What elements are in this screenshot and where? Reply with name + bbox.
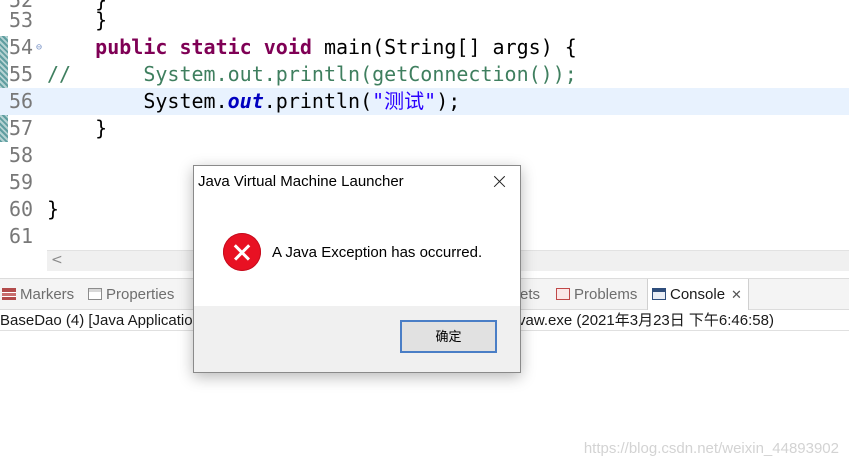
markers-icon xyxy=(2,288,16,300)
tab-problems[interactable]: Problems xyxy=(556,279,637,310)
line-number: 61 xyxy=(9,224,34,248)
tab-snippets[interactable]: ets xyxy=(520,279,540,310)
code-line-57[interactable]: 57 } xyxy=(0,115,849,142)
tab-console[interactable]: Console ✕ xyxy=(647,279,749,310)
dialog-footer: 确定 xyxy=(194,306,520,372)
line-number: 54 xyxy=(9,35,34,59)
console-process-name: BaseDao (4) [Java Applicatio xyxy=(0,312,193,329)
code-text: } xyxy=(95,116,108,140)
fold-collapse-icon[interactable]: ⊖ xyxy=(36,34,42,61)
line-number: 58 xyxy=(9,143,34,167)
console-process-info: vaw.exe (2021年3月23日 下午6:46:58) xyxy=(518,312,774,329)
code-line-53[interactable]: 53 } xyxy=(0,7,849,34)
tab-markers[interactable]: Markers xyxy=(2,279,74,310)
code-line-56[interactable]: 56 System.out.println("测试"); xyxy=(0,88,849,115)
dialog-title: Java Virtual Machine Launcher xyxy=(198,173,404,190)
error-dialog: Java Virtual Machine Launcher A Java Exc… xyxy=(193,165,521,373)
scroll-left-arrow-icon[interactable]: < xyxy=(51,252,63,268)
line-number: 53 xyxy=(9,8,34,32)
dialog-message: A Java Exception has occurred. xyxy=(272,244,483,261)
code-text: public static void main(String[] args) { xyxy=(95,35,577,59)
error-icon xyxy=(223,233,261,271)
console-icon xyxy=(652,288,666,300)
line-number: 55 xyxy=(9,62,34,86)
tab-properties[interactable]: Properties xyxy=(88,279,174,310)
code-text: System.out.println("测试"); xyxy=(143,89,461,113)
code-text: } xyxy=(47,197,60,221)
code-line-55[interactable]: 55 // System.out.println(getConnection()… xyxy=(0,61,849,88)
problems-icon xyxy=(556,288,570,300)
line-number: 59 xyxy=(9,170,34,194)
line-number: 60 xyxy=(9,197,34,221)
close-icon[interactable] xyxy=(482,168,516,196)
code-comment: // System.out.println(getConnection()); xyxy=(47,62,577,86)
watermark: https://blog.csdn.net/weixin_44893902 xyxy=(583,440,839,457)
close-icon[interactable]: ✕ xyxy=(731,287,742,302)
line-number: 56 xyxy=(9,89,34,113)
code-line-54[interactable]: 54 ⊖ public static void main(String[] ar… xyxy=(0,34,849,61)
ok-button[interactable]: 确定 xyxy=(400,320,497,353)
line-number: 57 xyxy=(9,116,34,140)
code-text: } xyxy=(95,8,108,32)
properties-icon xyxy=(88,288,102,300)
